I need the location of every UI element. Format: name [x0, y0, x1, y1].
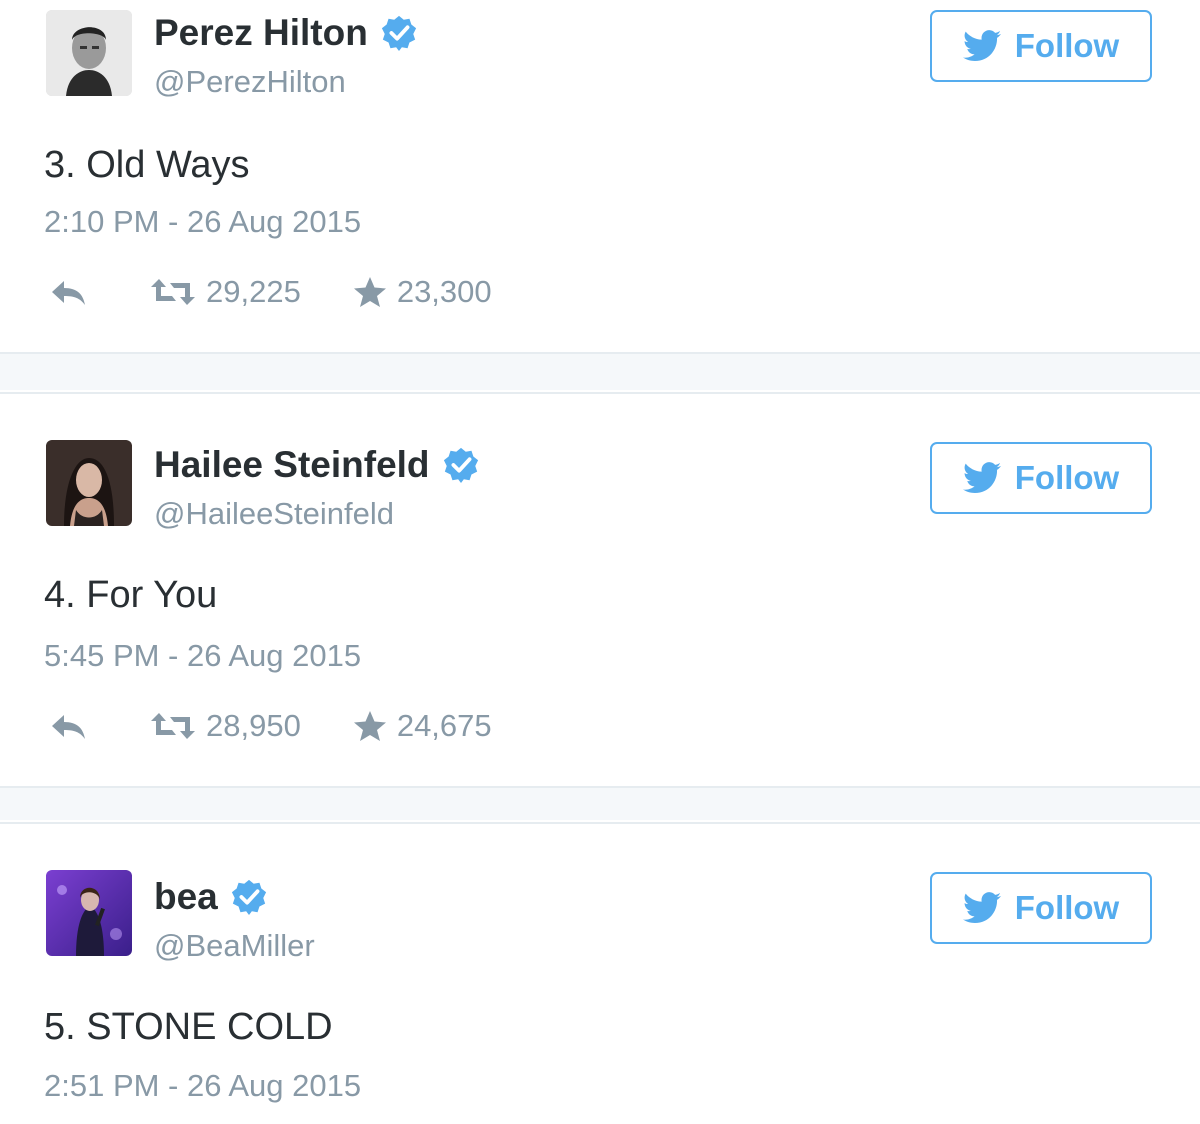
avatar[interactable]: [46, 10, 132, 96]
tweet-timestamp[interactable]: 2:51 PM - 26 Aug 2015: [44, 1068, 361, 1104]
reply-icon: [52, 281, 85, 305]
verified-badge-icon: [443, 447, 478, 484]
display-name-text: Hailee Steinfeld: [154, 444, 430, 485]
card-gap: [0, 786, 1200, 820]
favorite-count: 23,300: [396, 274, 492, 309]
avatar[interactable]: [46, 440, 132, 526]
follow-label: Follow: [1014, 889, 1120, 926]
twitter-bird-icon: [962, 892, 1001, 924]
display-name[interactable]: Perez Hilton: [154, 12, 418, 54]
tweet-card: Hailee Steinfeld @HaileeSteinfeld Follow…: [0, 392, 1200, 788]
star-icon: [353, 277, 386, 307]
user-handle[interactable]: @PerezHilton: [154, 64, 346, 100]
display-name[interactable]: Hailee Steinfeld: [154, 444, 480, 486]
favorite-action[interactable]: 24,675: [353, 708, 492, 744]
follow-button[interactable]: Follow: [930, 10, 1152, 82]
tweet-text: 5. STONE COLD: [44, 1006, 333, 1048]
tweet-card: Perez Hilton @PerezHilton Follow 3. Old …: [0, 0, 1200, 354]
card-gap: [0, 354, 1200, 390]
tweet-timestamp[interactable]: 2:10 PM - 26 Aug 2015: [44, 204, 361, 240]
reply-icon: [52, 715, 85, 739]
favorite-count: 24,675: [396, 708, 492, 743]
tweet-text: 3. Old Ways: [44, 144, 250, 186]
retweet-icon: [151, 279, 195, 305]
twitter-bird-icon: [962, 462, 1001, 494]
tweet-actions: 28,950 24,675: [48, 706, 492, 746]
verified-badge-icon: [381, 15, 416, 52]
retweet-count: 28,950: [206, 708, 301, 743]
retweet-action[interactable]: 29,225: [150, 274, 301, 310]
retweet-action[interactable]: 28,950: [150, 708, 301, 744]
follow-label: Follow: [1014, 27, 1120, 64]
avatar[interactable]: [46, 870, 132, 956]
retweet-icon: [151, 713, 195, 739]
reply-action[interactable]: [48, 277, 150, 307]
twitter-bird-icon: [962, 30, 1001, 62]
verified-badge-icon: [231, 879, 266, 916]
tweet-timestamp[interactable]: 5:45 PM - 26 Aug 2015: [44, 638, 361, 674]
favorite-action[interactable]: 23,300: [353, 274, 492, 310]
retweet-count: 29,225: [206, 274, 301, 309]
tweet-text: 4. For You: [44, 574, 218, 616]
follow-label: Follow: [1014, 459, 1120, 496]
display-name-text: bea: [154, 876, 218, 917]
tweet-actions: 29,225 23,300: [48, 272, 492, 312]
follow-button[interactable]: Follow: [930, 872, 1152, 944]
follow-button[interactable]: Follow: [930, 442, 1152, 514]
star-icon: [353, 711, 386, 741]
user-handle[interactable]: @BeaMiller: [154, 928, 315, 964]
tweet-card: bea @BeaMiller Follow 5. STONE COLD 2:51…: [0, 822, 1200, 1124]
reply-action[interactable]: [48, 711, 150, 741]
display-name[interactable]: bea: [154, 876, 268, 918]
display-name-text: Perez Hilton: [154, 12, 368, 53]
user-handle[interactable]: @HaileeSteinfeld: [154, 496, 394, 532]
